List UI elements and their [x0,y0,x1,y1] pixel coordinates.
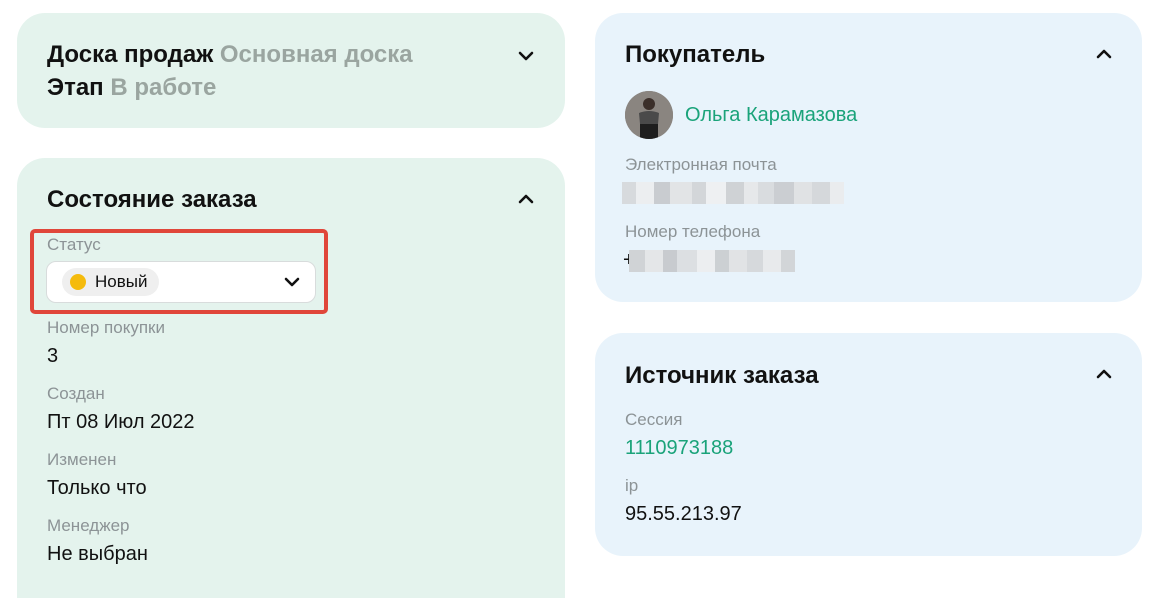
ip-label: ip [625,476,639,495]
session-link[interactable]: 1110973188 [625,437,733,460]
manager-label: Менеджер [47,516,130,535]
chevron-up-icon[interactable] [1095,45,1113,63]
sales-board-value: Основная доска [219,41,413,68]
status-dot-icon [70,274,86,290]
phone-label: Номер телефона [625,222,761,241]
phone-redacted [629,250,795,272]
status-value: Новый [95,272,148,291]
stage-label: Этап [47,74,104,101]
status-badge: Новый [62,268,160,296]
order-source-card: Источник заказа Сессия 1110973188 ip 95.… [595,333,1142,556]
avatar[interactable] [625,91,673,139]
stage-row: Этап В работе [47,74,216,102]
buyer-card: Покупатель Ольга Карамазова Электронная … [595,13,1142,302]
email-redacted [622,182,844,204]
stage-value: В работе [110,74,217,101]
chevron-up-icon[interactable] [517,190,535,208]
chevron-down-icon[interactable] [283,273,301,291]
created-value: Пт 08 Июл 2022 [47,411,195,433]
purchase-number-label: Номер покупки [47,318,165,337]
manager-value[interactable]: Не выбран [47,543,148,566]
order-state-title: Состояние заказа [47,186,257,213]
chevron-up-icon[interactable] [1095,365,1113,383]
order-state-card: Состояние заказа Статус Новый Номер поку… [17,158,565,598]
modified-label: Изменен [47,450,117,469]
ip-value: 95.55.213.97 [625,503,742,525]
buyer-name-link[interactable]: Ольга Карамазова [685,104,857,127]
order-source-title: Источник заказа [625,362,819,389]
created-label: Создан [47,384,105,403]
modified-value: Только что [47,477,147,499]
chevron-down-icon[interactable] [517,47,535,65]
sales-board-card: Доска продаж Основная доска Этап В работ… [17,13,565,128]
purchase-number-value: 3 [47,345,59,367]
session-label: Сессия [625,410,683,429]
sales-board-row: Доска продаж Основная доска [47,41,413,69]
buyer-title: Покупатель [625,41,766,68]
status-select[interactable]: Новый [46,261,316,303]
sales-board-label: Доска продаж [47,41,214,68]
email-label: Электронная почта [625,155,777,174]
